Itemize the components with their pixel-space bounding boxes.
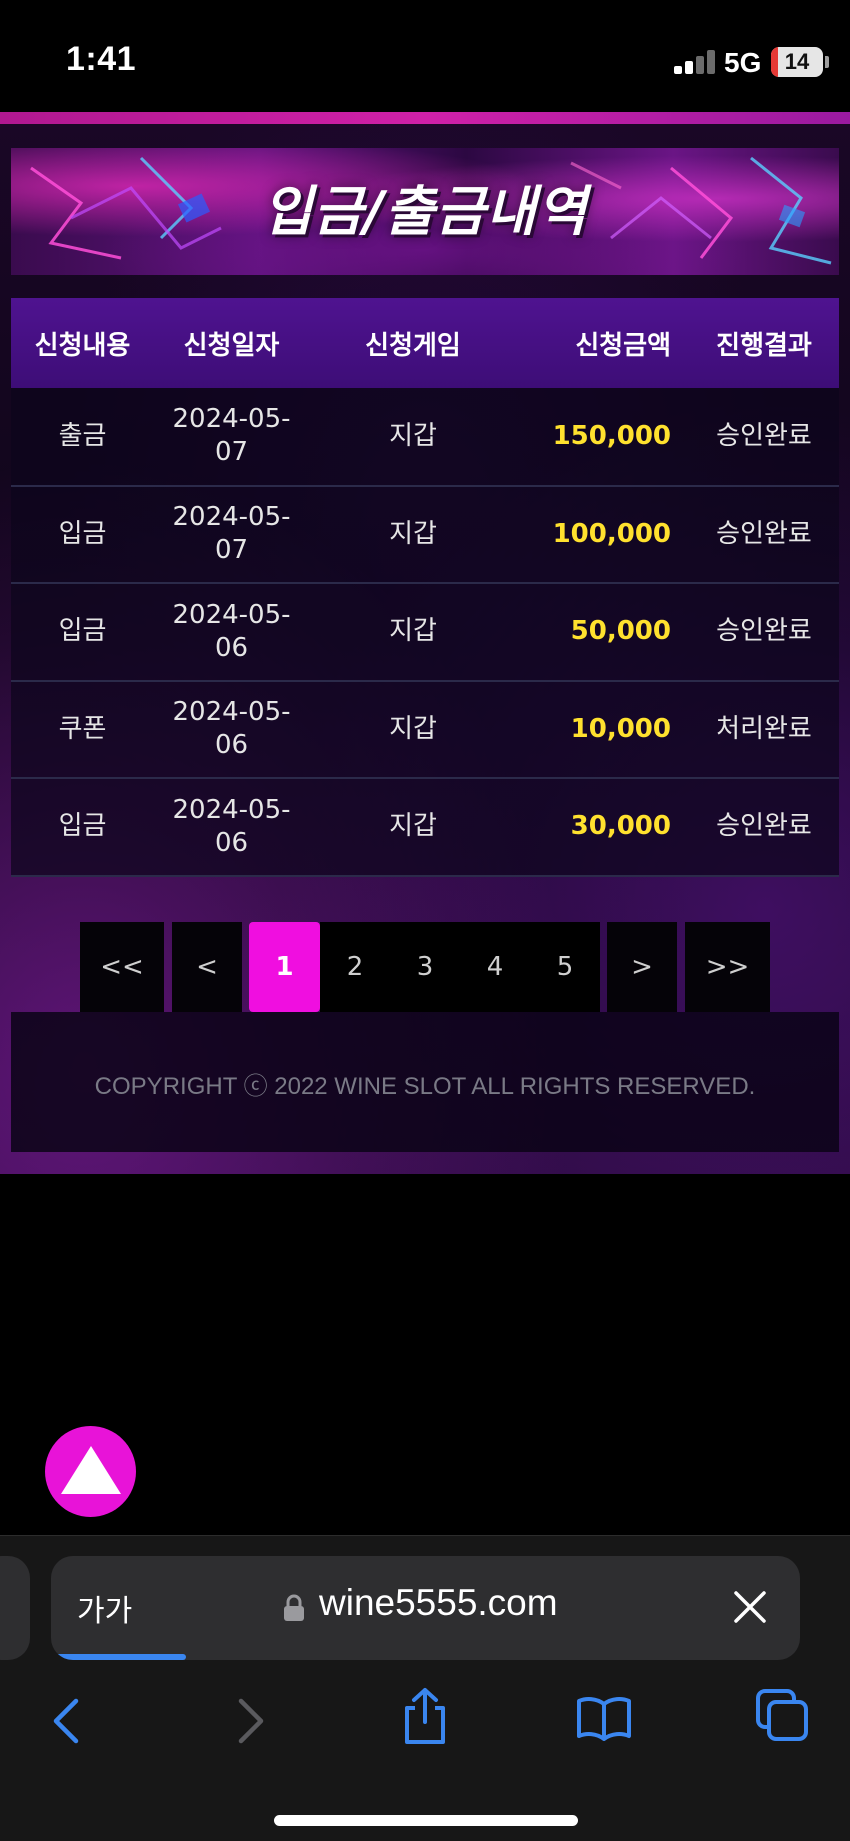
webpage-content: 입금/출금내역 신청내용 신청일자 신청게임 신청금액 진행결과 출금 2024… xyxy=(0,112,850,1174)
cell-result: 승인완료 xyxy=(716,518,812,549)
header-request-date: 신청일자 xyxy=(183,330,280,361)
browser-toolbar: 가가 wine5555.com xyxy=(0,1535,850,1841)
battery-percent: 14 xyxy=(784,49,810,74)
cell-game: 지갑 xyxy=(389,713,437,744)
prev-page-button[interactable]: < xyxy=(172,922,242,1012)
cell-amount: 50,000 xyxy=(570,616,671,647)
page-button-2[interactable]: 2 xyxy=(320,922,390,1012)
pagination: << < 1 2 3 4 5 > >> xyxy=(0,922,850,1012)
scroll-top-button[interactable] xyxy=(45,1426,136,1517)
home-indicator xyxy=(274,1815,578,1826)
cell-date: 2024-05- 06 xyxy=(172,599,291,663)
cell-date: 2024-05- 06 xyxy=(172,697,291,761)
next-page-button[interactable]: > xyxy=(607,922,677,1012)
table-row: 입금 2024-05- 07 지갑 100,000 승인완료 xyxy=(11,485,839,583)
cell-game: 지갑 xyxy=(389,518,437,549)
page-title: 입금/출금내역 xyxy=(262,180,588,243)
share-icon[interactable] xyxy=(400,1686,450,1746)
page-button-1[interactable]: 1 xyxy=(249,922,320,1012)
copyright-text: COPYRIGHT ⓒ 2022 WINE SLOT ALL RIGHTS RE… xyxy=(94,1073,756,1100)
cell-date: 2024-05- 07 xyxy=(172,404,291,468)
cell-type: 쿠폰 xyxy=(58,713,107,744)
cell-amount: 10,000 xyxy=(570,713,671,744)
table-row: 입금 2024-05- 06 지갑 30,000 승인완료 xyxy=(11,778,839,876)
last-page-button[interactable]: >> xyxy=(685,922,770,1012)
title-banner: 입금/출금내역 xyxy=(11,148,839,275)
lock-icon xyxy=(284,1594,304,1621)
cell-date: 2024-05- 07 xyxy=(172,502,291,566)
battery-icon: 14 xyxy=(771,47,823,77)
page-load-progress xyxy=(51,1654,186,1660)
url-text[interactable]: wine5555.com xyxy=(319,1582,558,1624)
header-request-type: 신청내용 xyxy=(34,330,131,361)
first-page-button[interactable]: << xyxy=(80,922,164,1012)
cell-result: 처리완료 xyxy=(716,713,812,744)
previous-tab-peek[interactable] xyxy=(0,1556,30,1660)
cell-result: 승인완료 xyxy=(716,811,812,842)
page-button-4[interactable]: 4 xyxy=(460,922,530,1012)
page-button-3[interactable]: 3 xyxy=(390,922,460,1012)
cell-result: 승인완료 xyxy=(716,420,812,451)
cell-game: 지갑 xyxy=(389,811,437,842)
cell-amount: 100,000 xyxy=(552,518,671,549)
back-icon[interactable] xyxy=(48,1696,84,1746)
tabs-icon[interactable] xyxy=(755,1688,809,1742)
cell-result: 승인완료 xyxy=(716,616,812,647)
cell-date: 2024-05- 06 xyxy=(172,794,291,858)
header-stripe xyxy=(0,112,850,124)
forward-icon[interactable] xyxy=(233,1696,269,1746)
network-type: 5G xyxy=(724,47,762,78)
page-button-5[interactable]: 5 xyxy=(530,922,600,1012)
table-row: 출금 2024-05- 07 지갑 150,000 승인완료 xyxy=(11,388,839,486)
text-size-button[interactable]: 가가 xyxy=(77,1586,132,1630)
bookmarks-icon[interactable] xyxy=(576,1694,632,1742)
table-row: 입금 2024-05- 06 지갑 50,000 승인완료 xyxy=(11,583,839,681)
close-icon[interactable] xyxy=(731,1588,769,1626)
cell-type: 출금 xyxy=(58,420,107,451)
cell-type: 입금 xyxy=(58,616,107,647)
header-request-game: 신청게임 xyxy=(365,330,461,361)
cell-type: 입금 xyxy=(58,518,107,549)
cell-amount: 150,000 xyxy=(552,420,671,451)
header-result: 진행결과 xyxy=(716,330,812,361)
table-row: 쿠폰 2024-05- 06 지갑 10,000 처리완료 xyxy=(11,680,839,778)
table-header-row: 신청내용 신청일자 신청게임 신청금액 진행결과 xyxy=(11,298,839,388)
status-time: 1:41 xyxy=(66,40,137,78)
cellular-signal-icon xyxy=(674,50,720,74)
site-footer: COPYRIGHT ⓒ 2022 WINE SLOT ALL RIGHTS RE… xyxy=(11,1012,839,1152)
cell-game: 지갑 xyxy=(389,616,437,647)
scroll-top-icon xyxy=(61,1446,121,1494)
status-bar: 1:41 5G 14 xyxy=(0,0,850,112)
cell-game: 지갑 xyxy=(389,420,437,451)
cell-amount: 30,000 xyxy=(570,811,671,842)
address-bar[interactable]: 가가 wine5555.com xyxy=(51,1556,800,1660)
transaction-history-table: 신청내용 신청일자 신청게임 신청금액 진행결과 출금 2024-05- 07 지… xyxy=(11,298,839,877)
header-request-amount: 신청금액 xyxy=(575,330,671,361)
cell-type: 입금 xyxy=(58,811,107,842)
battery-cap xyxy=(825,56,829,68)
